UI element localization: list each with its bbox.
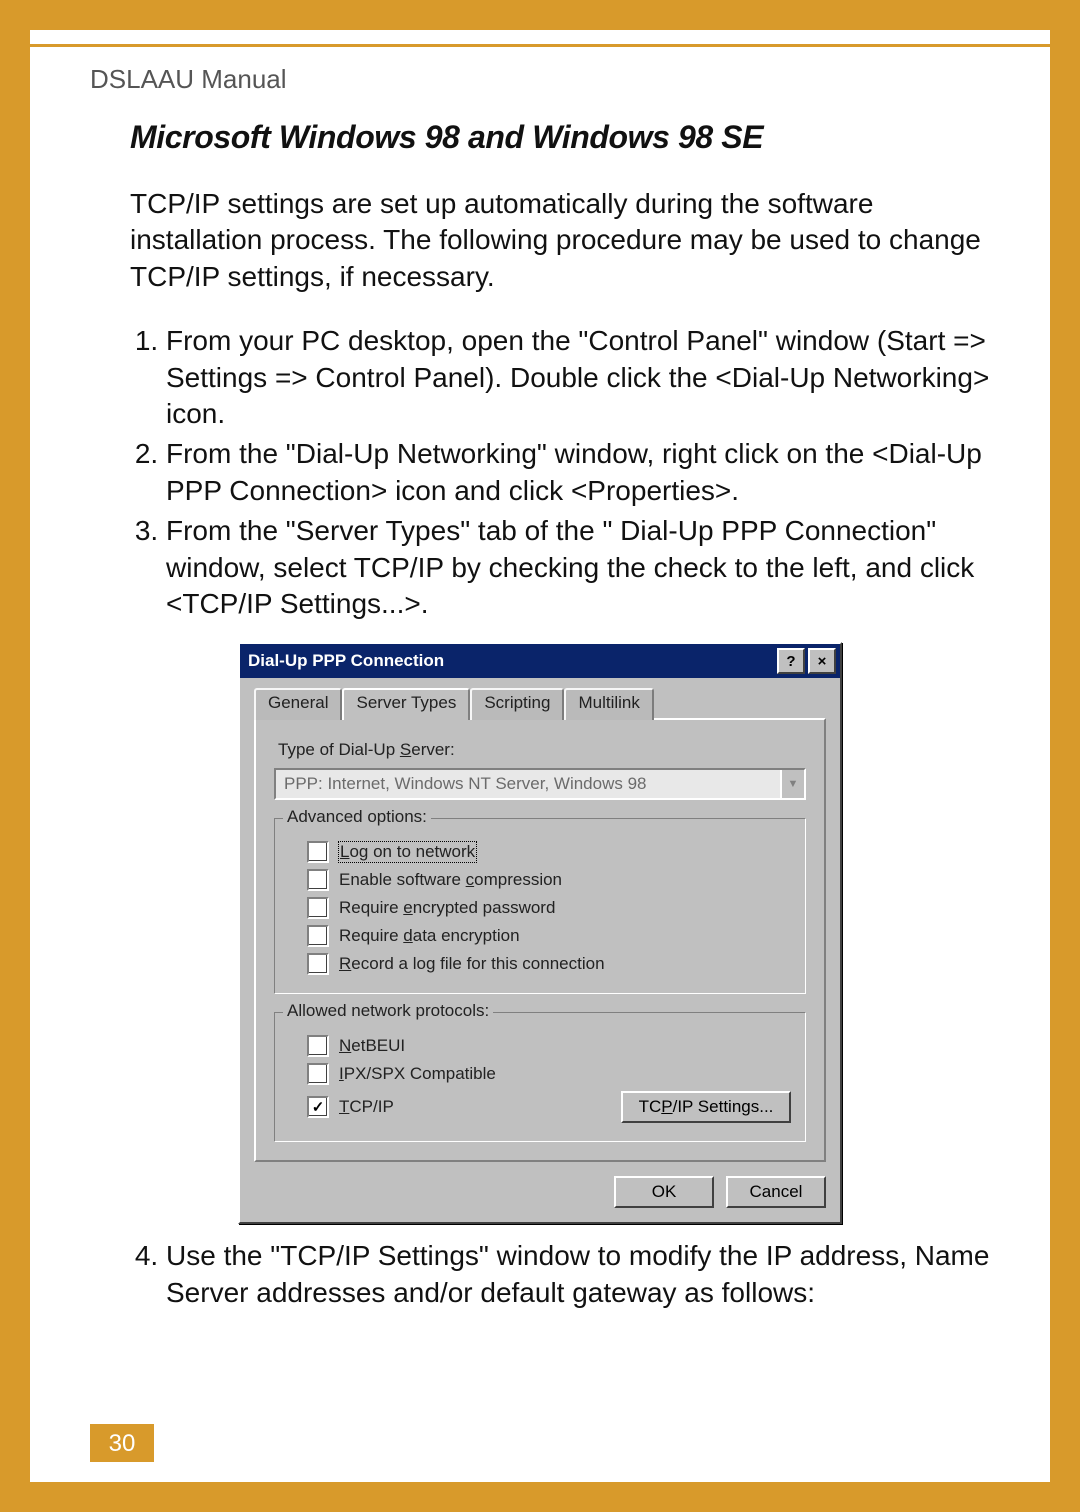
proto-netbeui-row[interactable]: NetBEUI: [307, 1035, 791, 1057]
proto-tcpip-row[interactable]: TCP/IP TCP/IP Settings...: [307, 1091, 791, 1123]
steps-list-continued: Use the "TCP/IP Settings" window to modi…: [130, 1238, 990, 1311]
section-heading: Microsoft Windows 98 and Windows 98 SE: [130, 119, 990, 156]
opt-compress-label: Enable software compression: [339, 870, 562, 890]
tab-panel-server-types: Type of Dial-Up Server: PPP: Internet, W…: [254, 718, 826, 1162]
checkbox-logon[interactable]: [307, 841, 329, 863]
opt-logfile-row[interactable]: Record a log file for this connection: [307, 953, 791, 975]
advanced-options-group: Advanced options: Log on to network Enab…: [274, 818, 806, 994]
checkbox-encpwd[interactable]: [307, 897, 329, 919]
cancel-button[interactable]: Cancel: [726, 1176, 826, 1208]
tab-multilink[interactable]: Multilink: [564, 688, 653, 720]
dialup-ppp-connection-dialog: Dial-Up PPP Connection ? × General Serve…: [238, 642, 842, 1224]
checkbox-encdata[interactable]: [307, 925, 329, 947]
breadcrumb: DSLAAU Manual: [90, 64, 990, 95]
opt-encdata-label: Require data encryption: [339, 926, 520, 946]
proto-netbeui-label: NetBEUI: [339, 1036, 405, 1056]
opt-encpwd-row[interactable]: Require encrypted password: [307, 897, 791, 919]
checkbox-logfile[interactable]: [307, 953, 329, 975]
opt-logon-label: Log on to network: [339, 842, 476, 862]
page-number: 30: [90, 1424, 154, 1462]
step-3: From the "Server Types" tab of the " Dia…: [166, 513, 990, 622]
dialog-button-row: OK Cancel: [254, 1176, 826, 1208]
allowed-protocols-legend: Allowed network protocols:: [283, 1001, 493, 1021]
tab-general[interactable]: General: [254, 688, 342, 720]
server-type-value: PPP: Internet, Windows NT Server, Window…: [276, 774, 780, 794]
checkbox-ipxspx[interactable]: [307, 1063, 329, 1085]
tabs: General Server Types Scripting Multilink: [254, 688, 826, 720]
dialog-figure: Dial-Up PPP Connection ? × General Serve…: [90, 642, 990, 1224]
tcpip-settings-button[interactable]: TCP/IP Settings...: [621, 1091, 791, 1123]
proto-ipxspx-label: IPX/SPX Compatible: [339, 1064, 496, 1084]
window-title: Dial-Up PPP Connection: [248, 651, 774, 671]
opt-encpwd-label: Require encrypted password: [339, 898, 555, 918]
steps-list: From your PC desktop, open the "Control …: [130, 323, 990, 622]
ok-button[interactable]: OK: [614, 1176, 714, 1208]
step-4: Use the "TCP/IP Settings" window to modi…: [166, 1238, 990, 1311]
proto-tcpip-label: TCP/IP: [339, 1097, 394, 1117]
checkbox-netbeui[interactable]: [307, 1035, 329, 1057]
opt-logon-row[interactable]: Log on to network: [307, 841, 791, 863]
tab-scripting[interactable]: Scripting: [470, 688, 564, 720]
server-type-select[interactable]: PPP: Internet, Windows NT Server, Window…: [274, 768, 806, 800]
help-button[interactable]: ?: [777, 648, 805, 674]
server-type-label: Type of Dial-Up Server:: [278, 740, 806, 760]
page: DSLAAU Manual Microsoft Windows 98 and W…: [30, 30, 1050, 1482]
step-1: From your PC desktop, open the "Control …: [166, 323, 990, 432]
advanced-options-legend: Advanced options:: [283, 807, 431, 827]
opt-compress-row[interactable]: Enable software compression: [307, 869, 791, 891]
intro-paragraph: TCP/IP settings are set up automatically…: [130, 186, 990, 295]
top-rule: [30, 44, 1050, 47]
proto-ipxspx-row[interactable]: IPX/SPX Compatible: [307, 1063, 791, 1085]
checkbox-compress[interactable]: [307, 869, 329, 891]
tab-server-types[interactable]: Server Types: [342, 688, 470, 720]
chevron-down-icon[interactable]: ▼: [780, 770, 804, 798]
titlebar[interactable]: Dial-Up PPP Connection ? ×: [240, 644, 840, 678]
opt-encdata-row[interactable]: Require data encryption: [307, 925, 791, 947]
close-button[interactable]: ×: [808, 648, 836, 674]
allowed-protocols-group: Allowed network protocols: NetBEUI IPX/S…: [274, 1012, 806, 1142]
opt-logfile-label: Record a log file for this connection: [339, 954, 605, 974]
dialog-body: General Server Types Scripting Multilink…: [240, 678, 840, 1222]
content-area: DSLAAU Manual Microsoft Windows 98 and W…: [90, 64, 990, 1412]
step-2: From the "Dial-Up Networking" window, ri…: [166, 436, 990, 509]
checkbox-tcpip[interactable]: [307, 1096, 329, 1118]
